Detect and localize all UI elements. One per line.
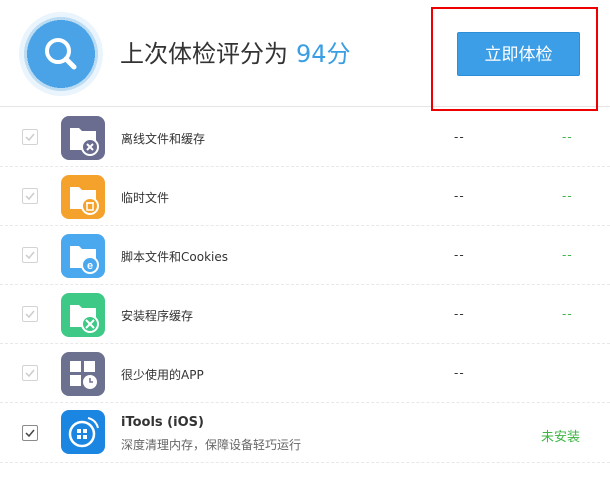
itools-title: iTools (iOS) — [121, 415, 204, 430]
itools-status: 未安装 — [541, 430, 581, 445]
item-result: -- — [562, 248, 573, 262]
item-checkbox[interactable] — [22, 129, 38, 145]
rarely-used-apps-icon — [61, 352, 105, 396]
item-checkbox[interactable] — [22, 306, 38, 322]
offline-cache-folder-icon — [61, 116, 105, 160]
installer-cache-folder-icon — [61, 293, 105, 337]
item-label: 脚本文件和Cookies — [121, 250, 228, 264]
item-checkbox[interactable] — [22, 188, 38, 204]
item-label: 很少使用的APP — [121, 368, 204, 382]
svg-text:e: e — [87, 260, 93, 272]
list-item: e 脚本文件和Cookies -- -- — [0, 226, 610, 285]
item-label: 临时文件 — [121, 191, 170, 205]
list-item: 很少使用的APP -- — [0, 344, 610, 403]
score-value: 94分 — [296, 40, 351, 68]
list-item: 离线文件和缓存 -- -- — [0, 108, 610, 167]
cookies-folder-icon: e — [61, 234, 105, 278]
item-result: -- — [562, 307, 573, 321]
item-size: -- — [454, 366, 465, 380]
item-label: 离线文件和缓存 — [121, 132, 206, 146]
checkup-magnifier-icon — [19, 12, 103, 96]
itools-checkbox[interactable] — [22, 425, 38, 441]
list-item: 临时文件 -- -- — [0, 167, 610, 226]
item-size: -- — [454, 189, 465, 203]
item-result: -- — [562, 189, 573, 203]
item-checkbox[interactable] — [22, 365, 38, 381]
list-item-itools: iTools (iOS) 深度清理内存，保障设备轻巧运行 未安装 — [0, 403, 610, 463]
last-checkup-score: 上次体检评分为 94分 — [120, 34, 351, 69]
item-size: -- — [454, 307, 465, 321]
list-item: 安装程序缓存 -- -- — [0, 285, 610, 344]
itools-icon — [61, 410, 105, 454]
item-size: -- — [454, 248, 465, 262]
start-checkup-button[interactable]: 立即体检 — [457, 32, 580, 76]
item-result: -- — [562, 130, 573, 144]
item-checkbox[interactable] — [22, 247, 38, 263]
item-label: 安装程序缓存 — [121, 309, 194, 323]
score-label: 上次体检评分为 — [120, 40, 288, 68]
temp-files-folder-icon — [61, 175, 105, 219]
itools-subtitle: 深度清理内存，保障设备轻巧运行 — [121, 438, 302, 452]
item-size: -- — [454, 130, 465, 144]
